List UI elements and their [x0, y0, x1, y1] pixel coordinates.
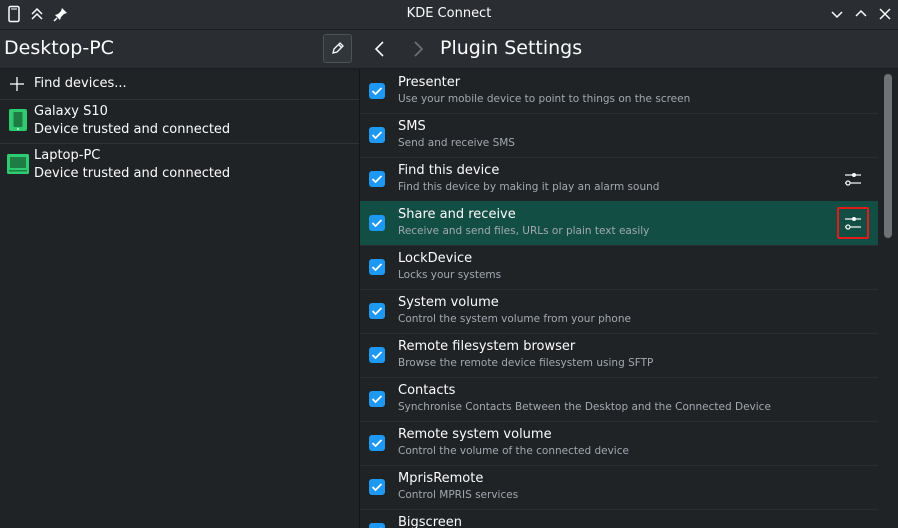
plugin-name: Contacts — [398, 383, 456, 398]
device-sidebar: Find devices... Galaxy S10 Device truste… — [0, 69, 359, 528]
check-icon — [371, 175, 383, 184]
check-icon — [371, 439, 383, 448]
check-icon — [371, 87, 383, 96]
minimize-icon[interactable] — [828, 5, 846, 23]
find-devices-label: Find devices... — [34, 76, 127, 91]
plugin-checkbox[interactable] — [369, 479, 385, 495]
header-toolbar: Desktop-PC Plugin Settings — [0, 30, 898, 69]
laptop-icon — [7, 154, 29, 174]
plugin-name: Remote system volume — [398, 427, 552, 442]
plugin-checkbox[interactable] — [369, 391, 385, 407]
plugin-row-contacts[interactable]: Contacts Synchronise Contacts Between th… — [360, 377, 878, 422]
device-name: Laptop-PC — [34, 148, 101, 163]
plugin-checkbox[interactable] — [369, 523, 385, 528]
phone-icon — [9, 109, 27, 131]
plugin-name: System volume — [398, 295, 499, 310]
plugin-row-lockdevice[interactable]: LockDevice Locks your systems — [360, 245, 878, 290]
close-icon[interactable] — [876, 5, 894, 23]
plugin-description: Receive and send files, URLs or plain te… — [398, 225, 650, 237]
check-icon — [371, 263, 383, 272]
plugin-list: Presenter Use your mobile device to poin… — [360, 69, 880, 528]
plugin-name: LockDevice — [398, 251, 473, 266]
check-icon — [380, 527, 382, 528]
check-icon — [371, 483, 383, 492]
plus-icon — [10, 77, 24, 91]
device-item-laptop-pc[interactable]: Laptop-PC Device trusted and connected — [0, 143, 359, 188]
plugin-row-share-and-receive[interactable]: Share and receive Receive and send files… — [360, 201, 878, 246]
plugin-checkbox[interactable] — [369, 303, 385, 319]
plugin-name: Presenter — [398, 75, 461, 90]
plugin-checkbox[interactable] — [369, 259, 385, 275]
plugin-description: Control the volume of the connected devi… — [398, 445, 629, 457]
plugin-name: Remote filesystem browser — [398, 339, 576, 354]
device-title: Desktop-PC — [4, 37, 114, 59]
scrollbar-thumb[interactable] — [884, 74, 892, 238]
plugin-row-mprisremote[interactable]: MprisRemote Control MPRIS services — [360, 465, 878, 510]
window-titlebar: KDE Connect — [0, 0, 898, 30]
plugin-list-scrollbar[interactable] — [880, 69, 898, 528]
find-devices-item[interactable]: Find devices... — [0, 69, 359, 99]
plugin-checkbox[interactable] — [369, 347, 385, 363]
check-icon — [371, 307, 383, 316]
plugin-settings-button[interactable] — [837, 163, 869, 195]
maximize-icon[interactable] — [852, 5, 870, 23]
plugin-name: Bigscreen — [398, 515, 462, 528]
plugin-checkbox[interactable] — [369, 171, 385, 187]
plugin-name: Share and receive — [398, 207, 516, 222]
plugin-description: Locks your systems — [398, 269, 502, 281]
plugin-row-presenter[interactable]: Presenter Use your mobile device to poin… — [360, 69, 878, 114]
configure-icon — [845, 173, 861, 186]
check-icon — [371, 219, 383, 228]
plugin-description: Synchronise Contacts Between the Desktop… — [398, 401, 771, 413]
edit-icon — [332, 42, 344, 54]
plugin-settings-button[interactable] — [837, 207, 869, 239]
plugin-row-remote-filesystem-browser[interactable]: Remote filesystem browser Browse the rem… — [360, 333, 878, 378]
device-item-galaxy-s10[interactable]: Galaxy S10 Device trusted and connected — [0, 99, 359, 144]
plugin-description: Control MPRIS services — [398, 489, 519, 501]
window-title: KDE Connect — [406, 6, 492, 21]
rename-device-button[interactable] — [323, 34, 352, 63]
configure-icon — [845, 217, 861, 230]
plugin-row-bigscreen[interactable]: Bigscreen — [360, 509, 878, 528]
plugin-checkbox[interactable] — [369, 83, 385, 99]
device-status: Device trusted and connected — [34, 122, 231, 137]
forward-icon[interactable] — [408, 39, 428, 59]
plugin-row-system-volume[interactable]: System volume Control the system volume … — [360, 289, 878, 334]
plugin-description: Browse the remote device filesystem usin… — [398, 357, 654, 369]
back-icon[interactable] — [370, 39, 390, 59]
plugin-name: Find this device — [398, 163, 500, 178]
page-title: Plugin Settings — [440, 37, 583, 59]
plugin-row-find-this-device[interactable]: Find this device Find this device by mak… — [360, 157, 878, 202]
check-icon — [371, 395, 383, 404]
device-status: Device trusted and connected — [34, 166, 231, 181]
plugin-checkbox[interactable] — [369, 215, 385, 231]
plugin-checkbox[interactable] — [369, 127, 385, 143]
plugin-checkbox[interactable] — [369, 435, 385, 451]
plugin-description: Use your mobile device to point to thing… — [398, 93, 691, 105]
check-icon — [371, 131, 383, 140]
plugin-description: Send and receive SMS — [398, 137, 515, 149]
plugin-name: MprisRemote — [398, 471, 484, 486]
plugin-description: Find this device by making it play an al… — [398, 181, 660, 193]
plugin-description: Control the system volume from your phon… — [398, 313, 631, 325]
plugin-row-sms[interactable]: SMS Send and receive SMS — [360, 113, 878, 158]
plugin-name: SMS — [398, 119, 426, 134]
device-name: Galaxy S10 — [34, 104, 108, 119]
check-icon — [371, 351, 383, 360]
plugin-row-remote-system-volume[interactable]: Remote system volume Control the volume … — [360, 421, 878, 466]
